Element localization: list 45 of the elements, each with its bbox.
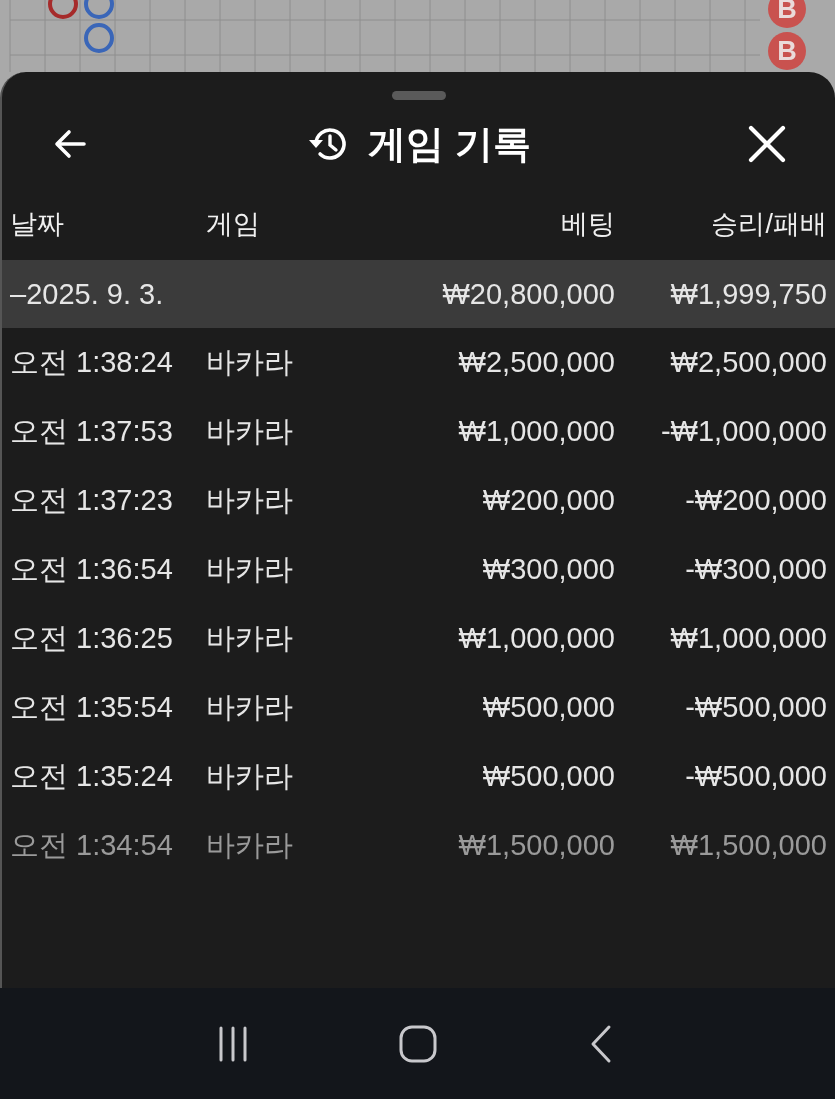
column-header: 베팅	[560, 208, 615, 241]
bet-cell-text: ₩300,000	[481, 553, 615, 586]
group-result-total: ₩1,999,750	[669, 277, 827, 311]
bet-cell-text: ₩1,000,000	[457, 415, 615, 448]
time-cell-text: 오전 1:36:25	[10, 620, 174, 656]
bet-cell-text: ₩1,500,000	[457, 829, 615, 862]
bet-cell-text: ₩200,000	[481, 484, 615, 517]
date-group-row[interactable]: –2025. 9. 3. ₩20,800,000 ₩1,999,750	[2, 260, 835, 328]
game-cell-text: 바카라	[206, 758, 294, 794]
bet-cell-text: ₩1,000,000	[457, 622, 615, 655]
result-cell-text: ₩1,000,000	[669, 622, 827, 655]
result-cell-text: -₩200,000	[684, 484, 827, 517]
game-cell-text: 바카라	[206, 482, 294, 518]
time-cell-text: 오전 1:35:54	[10, 689, 174, 725]
bet-cell-text: ₩500,000	[481, 691, 615, 724]
banker-badge: B	[768, 32, 806, 70]
result-cell-text: -₩500,000	[684, 760, 827, 793]
group-date: –2025. 9. 3.	[10, 277, 165, 311]
group-bet-total: ₩20,800,000	[441, 277, 615, 311]
game-cell-text: 바카라	[206, 344, 294, 380]
home-icon[interactable]	[397, 1023, 438, 1064]
time-cell-text: 오전 1:35:24	[10, 758, 174, 794]
result-cell-text: -₩300,000	[684, 553, 827, 586]
drag-handle[interactable]	[391, 91, 446, 100]
result-cell-text: -₩500,000	[684, 691, 827, 724]
game-cell-text: 바카라	[206, 689, 294, 725]
game-cell-text: 바카라	[206, 827, 294, 863]
result-cell-text: ₩1,500,000	[669, 829, 827, 862]
column-header: 날짜	[10, 208, 65, 241]
game-cell-text: 바카라	[206, 413, 294, 449]
game-cell-text: 바카라	[206, 551, 294, 587]
time-cell-text: 오전 1:34:54	[10, 827, 174, 863]
time-cell-text: 오전 1:37:23	[10, 482, 174, 518]
result-cell-text: ₩2,500,000	[669, 346, 827, 379]
column-header: 승리/패배	[710, 208, 827, 241]
bet-cell-text: ₩2,500,000	[457, 346, 615, 379]
time-cell-text: 오전 1:37:53	[10, 413, 174, 449]
result-cell-text: -₩1,000,000	[659, 415, 827, 448]
time-cell-text: 오전 1:38:24	[10, 344, 174, 380]
sheet-title: 게임 기록	[368, 121, 531, 167]
close-icon[interactable]	[747, 124, 787, 164]
game-cell-text: 바카라	[206, 620, 294, 656]
bet-cell-text: ₩500,000	[481, 760, 615, 793]
column-header: 게임	[206, 208, 261, 241]
time-cell-text: 오전 1:36:54	[10, 551, 174, 587]
